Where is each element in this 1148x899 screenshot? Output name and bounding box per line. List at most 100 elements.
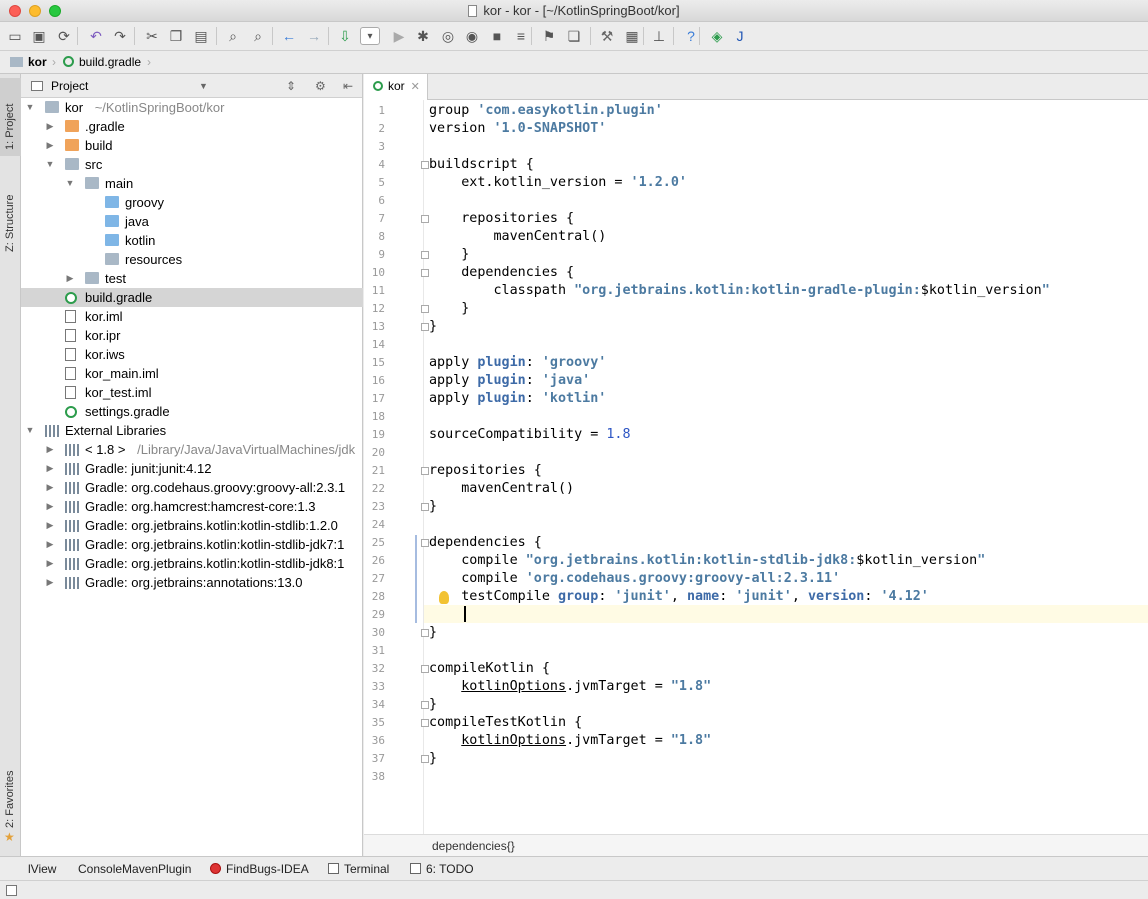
project-structure-icon[interactable]: ▦: [623, 27, 641, 45]
chevron-right-icon[interactable]: ▶: [45, 459, 55, 478]
minimize-window-button[interactable]: [29, 5, 41, 17]
tree-item[interactable]: ▼ src: [21, 155, 363, 174]
run-config-dropdown[interactable]: ▾: [360, 27, 380, 45]
undo-icon[interactable]: ↶: [87, 27, 105, 45]
debug-icon[interactable]: ✱: [414, 27, 432, 45]
project-panel: Project ▼ ⇕ ⚙ ⇤ ▼ kor ~/KotlinSpringBoot/…: [21, 74, 363, 856]
chevron-right-icon[interactable]: ▶: [45, 136, 55, 155]
settings-icon[interactable]: ⚒: [598, 27, 616, 45]
collapse-all-icon[interactable]: ⇕: [286, 74, 296, 98]
sync-icon[interactable]: ⟳: [55, 27, 73, 45]
chevron-right-icon[interactable]: ▶: [45, 478, 55, 497]
chevron-right-icon[interactable]: ▶: [45, 573, 55, 592]
chevron-right-icon[interactable]: ▶: [45, 117, 55, 136]
open-icon[interactable]: ▭: [6, 27, 24, 45]
vcs-icon[interactable]: ❏: [565, 27, 583, 45]
chevron-down-icon[interactable]: ▼: [199, 74, 208, 98]
tree-item[interactable]: ▼ External Libraries: [21, 421, 363, 440]
forward-icon[interactable]: →: [305, 27, 323, 45]
window-titlebar: kor - kor - [~/KotlinSpringBoot/kor]: [0, 0, 1148, 22]
run-icon[interactable]: ▶: [390, 27, 408, 45]
tree-item[interactable]: ▶ < 1.8 > /Library/Java/JavaVirtualMachin…: [21, 440, 363, 459]
chevron-down-icon[interactable]: ▼: [25, 98, 35, 117]
replace-icon[interactable]: ⌕: [249, 27, 267, 45]
attach-icon[interactable]: ≡: [512, 27, 530, 45]
chevron-right-icon[interactable]: ▶: [45, 554, 55, 573]
tree-item[interactable]: ▶ build: [21, 136, 363, 155]
gradle-icon[interactable]: ◈: [708, 27, 726, 45]
code-editor[interactable]: group 'com.easykotlin.plugin' version '1.…: [425, 100, 1148, 834]
help-icon[interactable]: ?: [682, 27, 700, 45]
chevron-right-icon[interactable]: ▶: [45, 497, 55, 516]
coverage-icon[interactable]: ◎: [439, 27, 457, 45]
tree-item[interactable]: ▼ kor ~/KotlinSpringBoot/kor: [21, 98, 363, 117]
line-number: 37: [371, 752, 385, 765]
tree-item[interactable]: ▶ Gradle: org.jetbrains:annotations:13.0: [21, 573, 363, 592]
tree-item[interactable]: ▶ test: [21, 269, 363, 288]
profile-icon[interactable]: ◉: [463, 27, 481, 45]
tree-item[interactable]: kor.iml: [21, 307, 363, 326]
stop-icon[interactable]: ■: [488, 27, 506, 45]
zoom-window-button[interactable]: [49, 5, 61, 17]
tree-item-path: ~/KotlinSpringBoot/kor: [94, 100, 225, 115]
tree-item[interactable]: ▶ Gradle: org.codehaus.groovy:groovy-all:…: [21, 478, 363, 497]
main-toolbar: ▭ ▣ ⟳ ↶ ↷ ✂ ❐ ▤ ⌕ ⌕ ← → ⇩ ▾ ▶ ✱ ◎ ◉ ■ ≡ ⚑ ❏ ⚒ ▦ ⊥? ◈ J: [0, 22, 1148, 51]
cut-icon[interactable]: ✂: [143, 27, 161, 45]
tree-item[interactable]: ▶ Gradle: org.jetbrains.kotlin:kotlin-std…: [21, 535, 363, 554]
tool-tab-project[interactable]: 1: Project: [0, 78, 21, 156]
copy-icon[interactable]: ❐: [167, 27, 185, 45]
project-view-selector[interactable]: Project: [51, 74, 88, 98]
toolbar-separator: [590, 27, 591, 45]
bottom-tool-findbugs-idea[interactable]: FindBugs-IDEA: [210, 857, 309, 881]
tree-item-path: /Library/Java/JavaVirtualMachines/jdk: [137, 442, 356, 457]
hide-panel-icon[interactable]: ⇤: [343, 74, 353, 98]
find-icon[interactable]: ⌕: [224, 27, 242, 45]
back-icon[interactable]: ←: [280, 27, 298, 45]
tree-item[interactable]: resources: [21, 250, 363, 269]
chevron-down-icon[interactable]: ▼: [65, 174, 75, 193]
tree-item[interactable]: ▶ Gradle: org.hamcrest:hamcrest-core:1.3: [21, 497, 363, 516]
bottom-tool-consolemavenplugin[interactable]: ConsoleMavenPlugin: [78, 857, 191, 881]
tree-item[interactable]: groovy: [21, 193, 363, 212]
tree-item[interactable]: build.gradle: [21, 288, 363, 307]
nav-project-crumb[interactable]: kor: [28, 51, 47, 74]
save-icon[interactable]: ▣: [30, 27, 48, 45]
tree-item[interactable]: kor.ipr: [21, 326, 363, 345]
tree-item[interactable]: ▶ Gradle: junit:junit:4.12: [21, 459, 363, 478]
tree-item[interactable]: kor.iws: [21, 345, 363, 364]
chevron-right-icon[interactable]: ▶: [45, 440, 55, 459]
tree-item[interactable]: ▶ Gradle: org.jetbrains.kotlin:kotlin-std…: [21, 516, 363, 535]
bottom-tool-terminal[interactable]: Terminal: [328, 857, 389, 881]
tree-item[interactable]: ▶ .gradle: [21, 117, 363, 136]
tree-item[interactable]: kor_main.iml: [21, 364, 363, 383]
tree-item[interactable]: ▼ main: [21, 174, 363, 193]
bottom-tool-lview[interactable]: lView: [28, 857, 56, 881]
tree-item-label: Gradle: org.jetbrains.kotlin:kotlin-stdl…: [85, 518, 338, 533]
toggle-tool-windows-icon[interactable]: [6, 885, 17, 896]
bottom-tool-6-todo[interactable]: 6: TODO: [410, 857, 474, 881]
tree-item[interactable]: settings.gradle: [21, 402, 363, 421]
tree-item[interactable]: ▶ Gradle: org.jetbrains.kotlin:kotlin-std…: [21, 554, 363, 573]
paste-icon[interactable]: ▤: [192, 27, 210, 45]
close-window-button[interactable]: [9, 5, 21, 17]
update-icon[interactable]: ⚑: [540, 27, 558, 45]
chevron-down-icon[interactable]: ▼: [25, 421, 35, 440]
chevron-right-icon[interactable]: ▶: [45, 535, 55, 554]
jetbrains-icon[interactable]: J: [731, 27, 749, 45]
gear-icon[interactable]: ⚙: [315, 74, 326, 98]
tree-item[interactable]: java: [21, 212, 363, 231]
build-icon[interactable]: ⇩: [336, 27, 354, 45]
tree-item[interactable]: kotlin: [21, 231, 363, 250]
tool-tab-favorites[interactable]: 2: Favorites ★: [0, 764, 21, 854]
sdk-icon[interactable]: ⊥: [650, 27, 668, 45]
redo-icon[interactable]: ↷: [111, 27, 129, 45]
chevron-right-icon[interactable]: ▶: [65, 269, 75, 288]
breadcrumb-dependencies[interactable]: dependencies{}: [432, 839, 515, 853]
tree-item[interactable]: kor_test.iml: [21, 383, 363, 402]
tool-tab-structure[interactable]: Z: Structure: [0, 166, 21, 256]
chevron-right-icon[interactable]: ▶: [45, 516, 55, 535]
chevron-down-icon[interactable]: ▼: [45, 155, 55, 174]
close-icon[interactable]: ✕: [411, 81, 420, 93]
nav-file-crumb[interactable]: build.gradle: [79, 51, 141, 74]
editor-tab-kor[interactable]: kor ✕: [364, 74, 428, 100]
